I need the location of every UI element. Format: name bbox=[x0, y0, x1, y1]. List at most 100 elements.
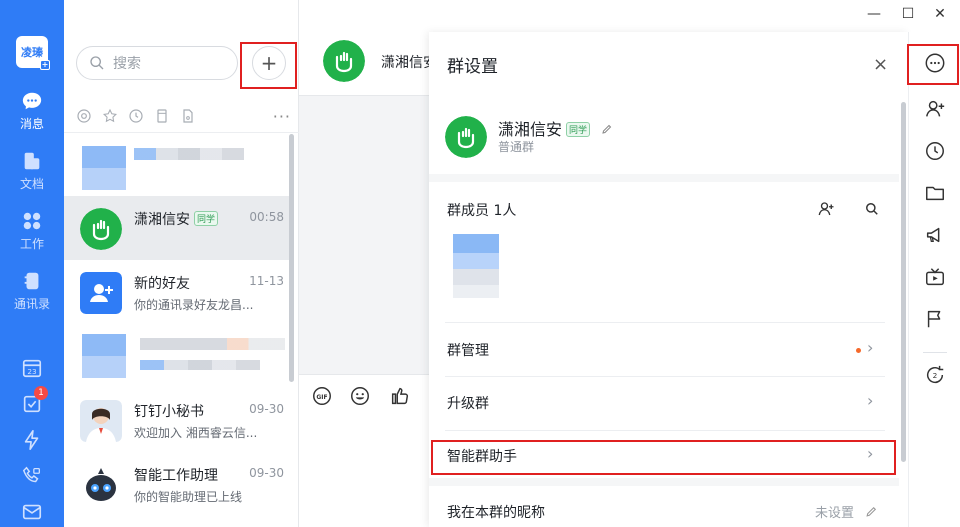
upgrade-group-row[interactable]: 升级群 › bbox=[429, 377, 899, 429]
more-filters-button[interactable]: ··· bbox=[273, 107, 291, 126]
list-item-ai-assistant[interactable]: 智能工作助理 09-30 你的智能助理已上线 bbox=[64, 452, 290, 516]
chat-toolbar: GIF bbox=[299, 374, 429, 527]
nav-item-docs[interactable]: 文档 bbox=[0, 150, 64, 192]
group-avatar-icon bbox=[80, 208, 122, 250]
history-clock-icon[interactable] bbox=[924, 140, 946, 162]
call-button[interactable] bbox=[0, 465, 64, 491]
edit-pencil-icon[interactable] bbox=[601, 123, 613, 135]
folder-icon[interactable] bbox=[924, 182, 946, 204]
add-member-icon[interactable] bbox=[817, 200, 835, 218]
blurred-text bbox=[140, 338, 285, 350]
document-icon bbox=[24, 152, 40, 170]
app-logo-text: 凌瑧 bbox=[21, 46, 43, 59]
group-avatar-icon[interactable] bbox=[323, 40, 365, 82]
nickname-value: 未设置 bbox=[815, 506, 855, 521]
new-friend-icon bbox=[80, 272, 122, 314]
lightning-icon bbox=[24, 430, 39, 450]
section-divider bbox=[429, 478, 899, 486]
row-label: 群管理 bbox=[447, 343, 489, 359]
announcement-megaphone-icon[interactable] bbox=[924, 224, 946, 246]
todo-badge: 1 bbox=[34, 386, 48, 400]
list-scrollbar[interactable] bbox=[289, 134, 294, 382]
smart-assistant-row[interactable]: 智能群助手 › bbox=[429, 430, 899, 482]
chat-pane: 潇湘信安 GIF bbox=[299, 0, 437, 527]
edit-pencil-icon[interactable] bbox=[865, 505, 878, 518]
app-logo[interactable]: 凌瑧 + bbox=[16, 36, 50, 70]
row-label: 智能群助手 bbox=[447, 449, 517, 465]
todo-button[interactable] bbox=[0, 393, 64, 419]
chat-header: 潇湘信安 bbox=[299, 0, 437, 96]
conversation-time: 11-13 bbox=[249, 274, 284, 288]
clock-icon[interactable] bbox=[128, 108, 144, 124]
panel-title: 群设置 bbox=[447, 57, 498, 77]
bookmark-icon[interactable] bbox=[154, 108, 170, 124]
add-member-icon[interactable] bbox=[924, 98, 946, 120]
live-tv-icon[interactable] bbox=[924, 266, 946, 288]
panel-scrollbar[interactable] bbox=[901, 102, 906, 462]
close-panel-button[interactable]: × bbox=[873, 54, 888, 75]
emoji-icon[interactable] bbox=[349, 385, 371, 407]
add-button[interactable]: + bbox=[252, 46, 286, 80]
thumbs-up-icon[interactable] bbox=[389, 385, 411, 407]
nav-item-work[interactable]: 工作 bbox=[0, 210, 64, 252]
mail-button[interactable] bbox=[0, 501, 64, 527]
my-nickname-row[interactable]: 我在本群的昵称 未设置 bbox=[429, 486, 899, 527]
calendar-button[interactable]: 23 bbox=[0, 357, 64, 383]
at-mention-icon[interactable] bbox=[76, 108, 92, 124]
list-item-blurred[interactable] bbox=[64, 132, 290, 196]
chevron-right-icon: › bbox=[867, 391, 874, 410]
more-options-icon[interactable] bbox=[924, 52, 946, 74]
right-rail: 2 bbox=[908, 32, 960, 527]
search-icon bbox=[90, 56, 104, 70]
left-nav: 凌瑧 + 消息 文档 工作 通讯录 23 1 bbox=[0, 0, 64, 527]
conversation-name: 潇湘信安 同学 bbox=[134, 209, 219, 229]
search-placeholder: 搜索 bbox=[113, 56, 141, 72]
conversation-preview: 你的通讯录好友龙昌... bbox=[134, 298, 254, 312]
maximize-button[interactable]: ☐ bbox=[900, 6, 916, 22]
row-label: 我在本群的昵称 bbox=[447, 505, 545, 521]
secretary-avatar-icon bbox=[80, 400, 122, 442]
members-label: 群成员 1人 bbox=[447, 203, 517, 219]
conversation-list-pane: 搜索 + ··· 潇湘信安 同学 00:58 新的好友 11-13 你的通讯录好友… bbox=[64, 0, 299, 527]
group-avatar-icon[interactable] bbox=[445, 116, 487, 158]
nav-item-messages[interactable]: 消息 bbox=[0, 90, 64, 132]
star-icon[interactable] bbox=[102, 108, 118, 124]
calendar-icon: 23 bbox=[22, 359, 42, 378]
group-name: 潇湘信安 同学 bbox=[498, 116, 613, 140]
list-item-new-friends[interactable]: 新的好友 11-13 你的通讯录好友龙昌... bbox=[64, 260, 290, 324]
apps-grid-icon bbox=[23, 212, 41, 230]
nav-item-contacts[interactable]: 通讯录 bbox=[0, 270, 64, 312]
minimize-button[interactable]: — bbox=[866, 6, 882, 22]
group-manage-row[interactable]: 群管理 › bbox=[429, 324, 899, 376]
blurred-text bbox=[134, 148, 244, 160]
list-item-blurred[interactable] bbox=[64, 324, 290, 388]
calendar-day: 23 bbox=[27, 367, 37, 376]
sync-refresh-icon[interactable]: 2 bbox=[924, 364, 946, 386]
group-name-text: 潇湘信安 bbox=[498, 120, 563, 139]
contacts-book-icon bbox=[24, 272, 39, 290]
row-label: 升级群 bbox=[447, 396, 489, 412]
nav-label: 通讯录 bbox=[13, 297, 50, 311]
logo-plus: + bbox=[40, 60, 50, 70]
mail-icon bbox=[22, 504, 42, 520]
list-item-xiaoxiang[interactable]: 潇湘信安 同学 00:58 bbox=[64, 196, 290, 260]
conversation-name-text: 潇湘信安 bbox=[134, 212, 190, 228]
flag-icon[interactable] bbox=[924, 308, 946, 330]
member-avatar[interactable] bbox=[453, 234, 499, 298]
file-icon[interactable] bbox=[180, 108, 196, 124]
blurred-avatar bbox=[82, 334, 126, 378]
chat-bubble-icon bbox=[22, 92, 42, 110]
svg-text:GIF: GIF bbox=[316, 394, 327, 401]
ding-button[interactable] bbox=[0, 429, 64, 455]
search-input[interactable]: 搜索 bbox=[76, 46, 238, 80]
robot-avatar-icon bbox=[80, 464, 122, 506]
close-window-button[interactable]: ✕ bbox=[932, 6, 948, 22]
chevron-right-icon: › bbox=[867, 444, 874, 463]
group-tag: 同学 bbox=[194, 211, 219, 226]
nav-label: 文档 bbox=[19, 177, 44, 191]
gif-icon[interactable]: GIF bbox=[311, 385, 333, 407]
list-item-ding-secretary[interactable]: 钉钉小秘书 09-30 欢迎加入 湘西睿云信... bbox=[64, 388, 290, 452]
conversation-time: 00:58 bbox=[249, 210, 284, 224]
search-member-icon[interactable] bbox=[865, 202, 879, 216]
plus-icon: + bbox=[260, 51, 278, 75]
